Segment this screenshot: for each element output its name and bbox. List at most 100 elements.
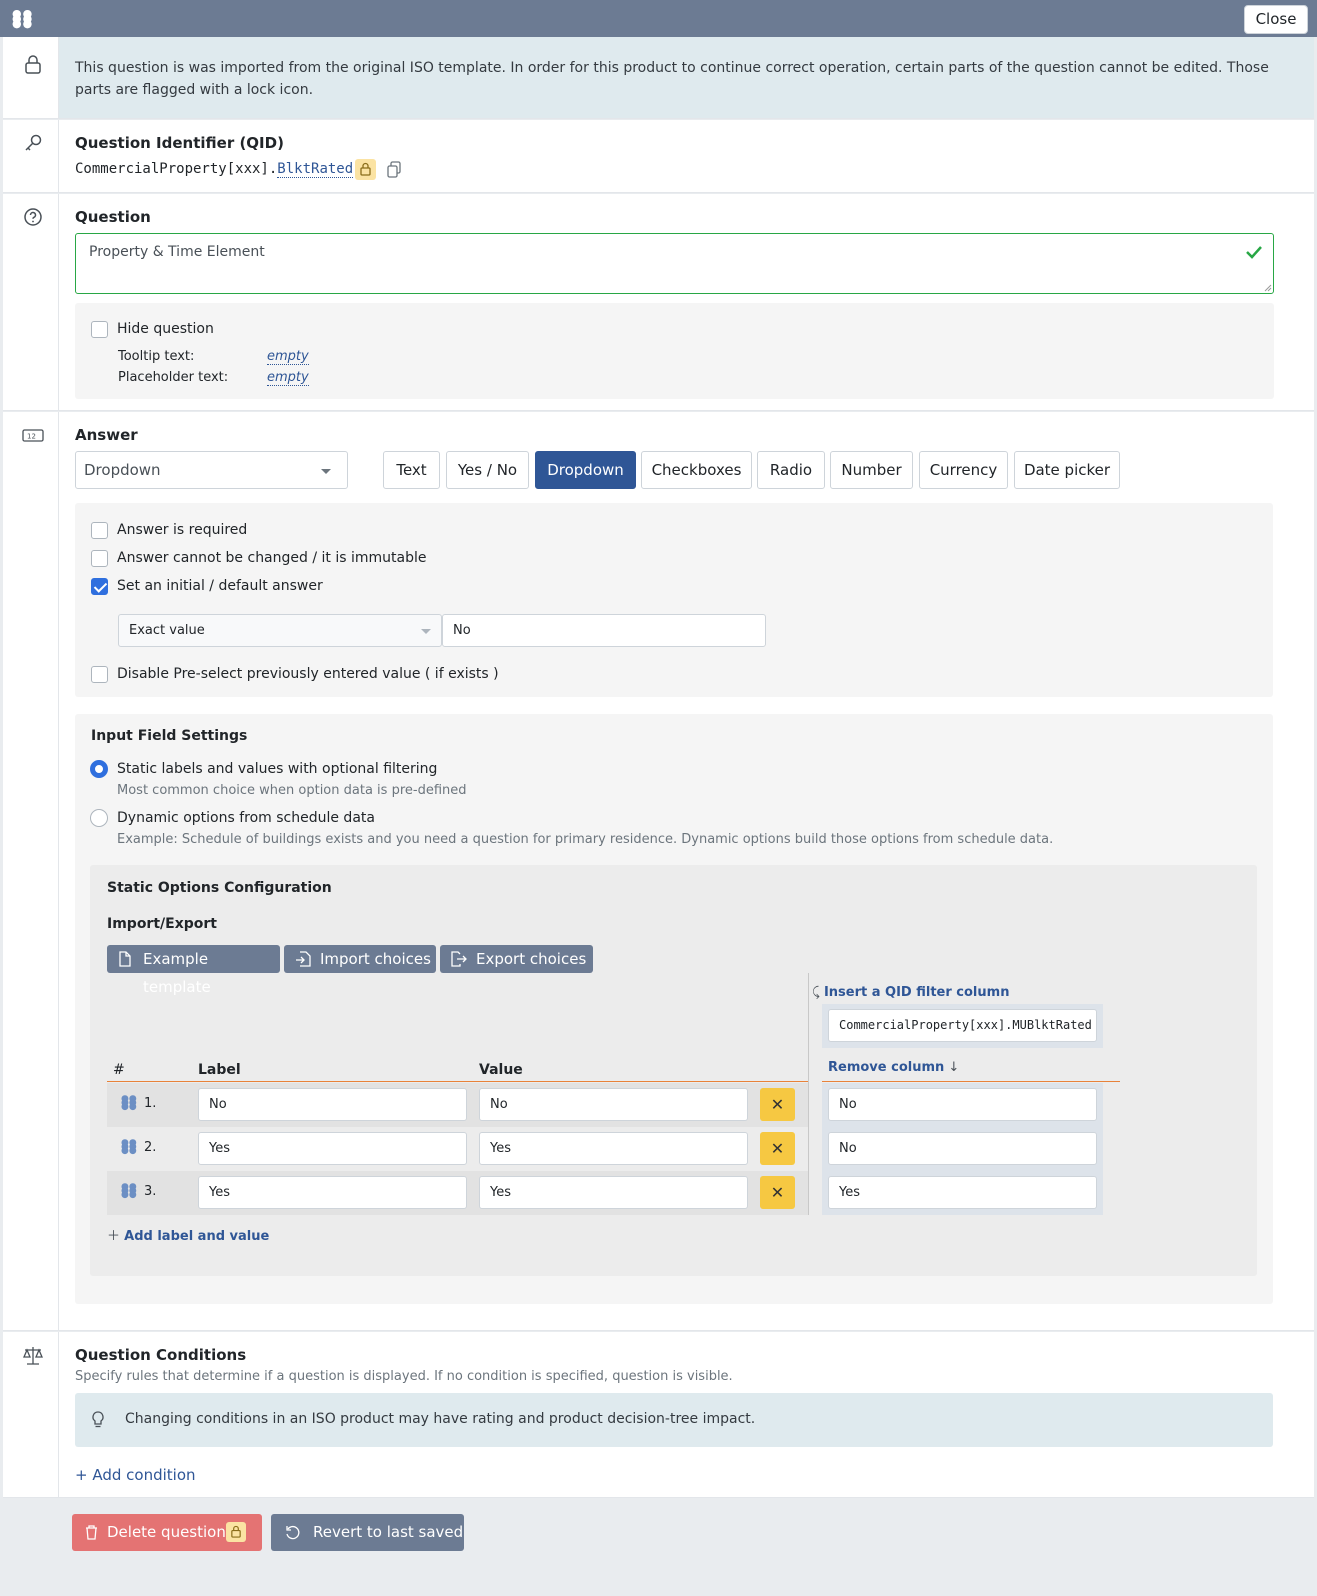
hide-question-checkbox[interactable]: [91, 321, 108, 338]
row-value-input[interactable]: Yes: [479, 1176, 748, 1209]
remove-row-button[interactable]: ✕: [760, 1088, 795, 1121]
filter-qid-input[interactable]: CommercialProperty[xxx].MUBlktRated: [828, 1009, 1097, 1042]
table-row: ●● ●● ●● 3. Yes Yes: [107, 1171, 808, 1215]
revert-button[interactable]: Revert to last saved: [271, 1514, 464, 1551]
placeholder-label: Placeholder text:: [118, 370, 229, 385]
import-choices-label: Import choices: [320, 950, 431, 968]
lock-badge: [226, 1522, 246, 1542]
filter-column-divider: [808, 973, 809, 1215]
dynamic-options-hint: Example: Schedule of buildings exists an…: [117, 832, 1054, 847]
default-mode-select[interactable]: Exact value: [118, 614, 442, 647]
help-circle-icon: [24, 208, 42, 226]
type-number[interactable]: Number: [830, 451, 913, 489]
row-drag-handle-icon[interactable]: ●● ●● ●●: [121, 1095, 137, 1112]
plus-icon: ＋: [107, 1229, 125, 1244]
immutable-checkbox[interactable]: [91, 550, 108, 567]
delete-question-button[interactable]: Delete question: [72, 1514, 262, 1551]
file-icon: [119, 951, 131, 967]
chevron-down-icon: [421, 629, 431, 634]
type-dropdown[interactable]: Dropdown: [535, 451, 636, 489]
static-options-config: Static Options Configuration Import/Expo…: [90, 865, 1257, 1276]
add-condition-link[interactable]: + Add condition: [75, 1466, 196, 1484]
answer-options-box: Answer is required Answer cannot be chan…: [75, 503, 1273, 697]
conditions-tip-box: Changing conditions in an ISO product ma…: [75, 1393, 1273, 1447]
key-icon: [25, 134, 42, 151]
question-textarea[interactable]: Property & Time Element: [75, 233, 1274, 294]
row-drag-handle-icon[interactable]: ●● ●● ●●: [121, 1183, 137, 1200]
input-field-settings-box: Input Field Settings Static labels and v…: [75, 714, 1273, 1304]
remove-row-button[interactable]: ✕: [760, 1132, 795, 1165]
dynamic-options-radio[interactable]: [90, 809, 108, 827]
export-choices-button[interactable]: Export choices: [440, 945, 593, 973]
row-value-input[interactable]: Yes: [479, 1132, 748, 1165]
qid-panel: Question Identifier (QID) CommercialProp…: [3, 120, 1314, 193]
add-label-value-link[interactable]: ＋ Add label and value: [107, 1225, 269, 1244]
type-currency[interactable]: Currency: [919, 451, 1008, 489]
answer-title: Answer: [75, 426, 138, 444]
import-choices-button[interactable]: Import choices: [284, 945, 436, 973]
qid-value: CommercialProperty[xxx].BlktRated: [75, 161, 354, 178]
type-checkboxes[interactable]: Checkboxes: [641, 451, 752, 489]
dynamic-options-label: Dynamic options from schedule data: [117, 810, 375, 826]
answer-type-selected: Dropdown: [84, 461, 161, 479]
row-value-input[interactable]: No: [479, 1088, 748, 1121]
arrow-down-icon: ↓: [944, 1060, 960, 1075]
svg-text:12: 12: [27, 433, 36, 441]
table-row: ●● ●● ●● 1. No No: [107, 1083, 808, 1127]
row-filter-input[interactable]: No: [828, 1088, 1097, 1121]
default-answer-label: Set an initial / default answer: [117, 578, 323, 594]
example-template-label: Example template: [143, 950, 211, 996]
required-checkbox[interactable]: [91, 522, 108, 539]
col-value-header: Value: [479, 1062, 523, 1078]
qid-suffix[interactable]: BlktRated: [277, 161, 354, 178]
answer-type-select[interactable]: Dropdown: [75, 451, 348, 489]
resize-handle-icon[interactable]: [1264, 284, 1272, 292]
notice-text: This question is was imported from the o…: [75, 60, 1269, 98]
default-answer-checkbox[interactable]: [91, 578, 108, 595]
question-options-box: Hide question Tooltip text: empty Placeh…: [75, 303, 1274, 399]
lock-icon: [231, 1525, 241, 1538]
insert-qid-filter-link[interactable]: ⤹ Insert a QID filter column: [812, 985, 1009, 1000]
chevron-down-icon: [321, 469, 331, 474]
static-options-label: Static labels and values with optional f…: [117, 761, 438, 777]
required-label: Answer is required: [117, 522, 248, 538]
example-template-button[interactable]: Example template: [107, 945, 280, 996]
placeholder-value[interactable]: empty: [267, 370, 309, 386]
remove-column-link[interactable]: Remove column ↓: [828, 1060, 959, 1075]
conditions-subtitle: Specify rules that determine if a questi…: [75, 1369, 733, 1384]
copy-icon[interactable]: [386, 161, 402, 178]
type-date-picker[interactable]: Date picker: [1014, 451, 1120, 489]
lock-icon: [25, 55, 41, 74]
row-number: 1.: [144, 1096, 157, 1111]
row-filter-input[interactable]: Yes: [828, 1176, 1097, 1209]
undo-icon: [286, 1525, 300, 1540]
type-text[interactable]: Text: [383, 451, 440, 489]
type-radio[interactable]: Radio: [757, 451, 825, 489]
static-options-radio[interactable]: [90, 760, 108, 778]
tooltip-value[interactable]: empty: [267, 349, 309, 365]
hide-question-label: Hide question: [117, 321, 214, 337]
disable-preselect-checkbox[interactable]: [91, 666, 108, 683]
col-hash-header: #: [113, 1062, 125, 1078]
scale-balance-icon: [23, 1347, 43, 1365]
question-text: Property & Time Element: [89, 244, 265, 260]
question-title: Question: [75, 208, 151, 226]
type-yes-no[interactable]: Yes / No: [446, 451, 529, 489]
drag-handle-icon[interactable]: ●● ●● ●●: [12, 8, 33, 29]
trash-icon: [86, 1525, 97, 1540]
delete-question-label: Delete question: [107, 1523, 226, 1541]
remove-row-button[interactable]: ✕: [760, 1176, 795, 1209]
qid-lock-badge: [355, 159, 376, 180]
close-button[interactable]: Close: [1244, 5, 1308, 34]
row-filter-input[interactable]: No: [828, 1132, 1097, 1165]
default-value-input[interactable]: No: [442, 614, 766, 647]
qid-prefix: CommercialProperty[xxx].: [75, 161, 278, 177]
row-label-input[interactable]: No: [198, 1088, 467, 1121]
row-label-input[interactable]: Yes: [198, 1176, 467, 1209]
tooltip-label: Tooltip text:: [118, 349, 195, 364]
row-number: 2.: [144, 1140, 157, 1155]
header-underline: [107, 1081, 808, 1082]
row-drag-handle-icon[interactable]: ●● ●● ●●: [121, 1139, 137, 1156]
row-label-input[interactable]: Yes: [198, 1132, 467, 1165]
conditions-title: Question Conditions: [75, 1346, 247, 1364]
